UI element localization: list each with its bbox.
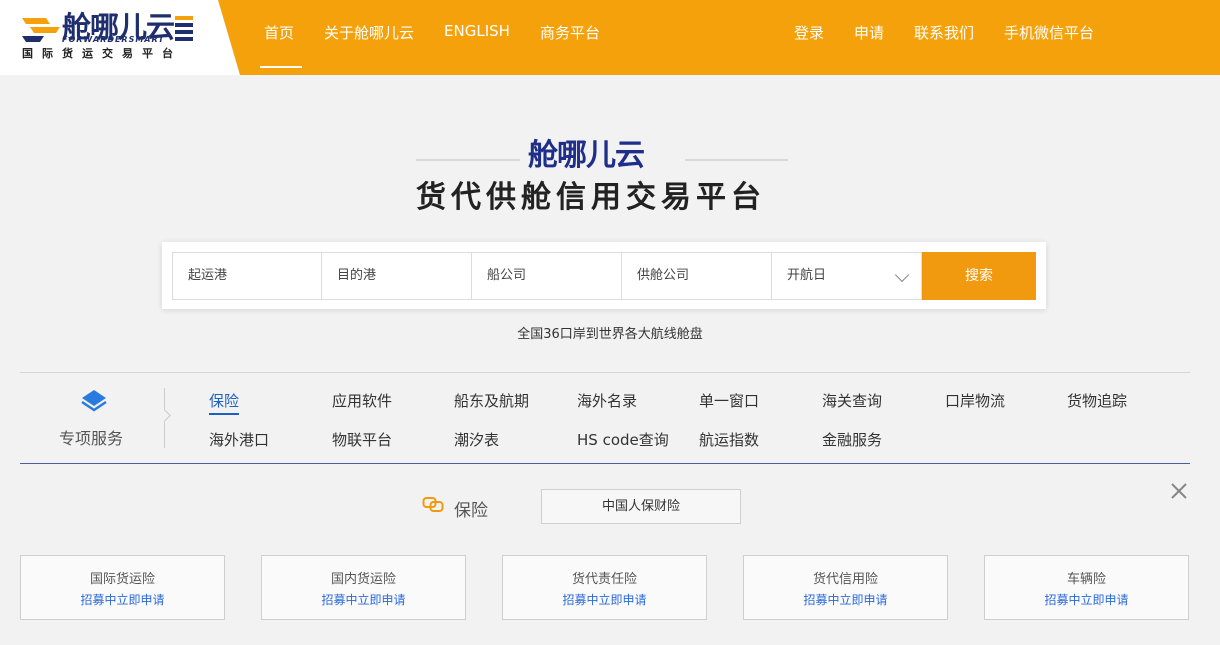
nav-login[interactable]: 登录 — [794, 22, 824, 43]
hero-brand: 舱哪儿云 — [528, 138, 645, 173]
card-apply-link[interactable]: 招募中立即申请 — [262, 591, 465, 608]
card-apply-link[interactable]: 招募中立即申请 — [21, 591, 224, 608]
logo[interactable]: 舱哪儿云 FORWARDERSMART 国际货运交易平台 — [0, 0, 240, 75]
top-header: 舱哪儿云 FORWARDERSMART 国际货运交易平台 首页 关于舱哪儿云 E… — [0, 0, 1220, 75]
card-name: 国际货运险 — [89, 572, 155, 587]
services-label: 专项服务 — [59, 429, 124, 448]
service-shipping-index[interactable]: 航运指数 — [699, 429, 759, 450]
nav-business[interactable]: 商务平台 — [540, 22, 600, 43]
logo-english: FORWARDERSMART — [62, 35, 165, 44]
nav-active-indicator — [260, 66, 302, 68]
insurance-provider-tab[interactable]: 中国人保财险 — [541, 489, 741, 524]
services-divider-bottom — [20, 463, 1190, 464]
nav-home[interactable]: 首页 — [264, 22, 294, 43]
service-customs[interactable]: 海关查询 — [822, 390, 882, 411]
sailing-date-label: 开航日 — [787, 268, 827, 283]
nav-apply[interactable]: 申请 — [854, 22, 884, 43]
carrier-input[interactable]: 船公司 — [471, 252, 622, 300]
card-apply-link[interactable]: 招募中立即申请 — [744, 591, 947, 608]
service-cargo-tracking[interactable]: 货物追踪 — [1067, 390, 1127, 411]
nav-mobile-wechat[interactable]: 手机微信平台 — [1004, 22, 1094, 43]
main-nav: 首页 关于舱哪儿云 ENGLISH 商务平台 — [264, 22, 630, 43]
insurance-card-forwarder-credit[interactable]: 货代信用险 招募中立即申请 — [743, 555, 948, 620]
services-divider-top — [20, 372, 1190, 373]
logo-bars-icon — [175, 16, 193, 41]
insurance-card-international-cargo[interactable]: 国际货运险 招募中立即申请 — [20, 555, 225, 620]
insurance-link-icon — [422, 497, 444, 512]
close-icon[interactable] — [1168, 480, 1190, 502]
nav-english[interactable]: ENGLISH — [444, 22, 510, 43]
sailing-date-select[interactable]: 开航日 — [771, 252, 922, 300]
card-name: 货代信用险 — [812, 572, 878, 587]
insurance-title: 保险 — [454, 501, 488, 521]
service-iot-platform[interactable]: 物联平台 — [332, 429, 392, 450]
hero-title: 货代供舱信用交易平台 — [416, 180, 766, 215]
logo-subtitle: 国际货运交易平台 — [22, 47, 182, 60]
hero-divider-left — [416, 159, 520, 161]
logo-mark-icon — [22, 18, 60, 42]
service-finance[interactable]: 金融服务 — [822, 429, 882, 450]
origin-port-input[interactable]: 起运港 — [172, 252, 322, 300]
chevron-down-icon — [894, 267, 910, 283]
nav-contact[interactable]: 联系我们 — [914, 22, 974, 43]
service-tide-table[interactable]: 潮汐表 — [454, 429, 499, 450]
service-software[interactable]: 应用软件 — [332, 390, 392, 411]
user-nav: 登录 申请 联系我们 手机微信平台 — [794, 22, 1124, 43]
insurance-card-domestic-cargo[interactable]: 国内货运险 招募中立即申请 — [261, 555, 466, 620]
hero-divider-right — [685, 159, 788, 161]
service-overseas-directory[interactable]: 海外名录 — [577, 390, 637, 411]
search-panel: 起运港 目的港 船公司 供舱公司 开航日 搜索 — [162, 242, 1046, 309]
insurance-card-forwarder-liability[interactable]: 货代责任险 招募中立即申请 — [502, 555, 707, 620]
service-port-logistics[interactable]: 口岸物流 — [945, 390, 1005, 411]
insurance-card-vehicle[interactable]: 车辆险 招募中立即申请 — [984, 555, 1189, 620]
service-overseas-ports[interactable]: 海外港口 — [209, 429, 269, 450]
services-arrow — [158, 409, 171, 422]
supplier-input[interactable]: 供舱公司 — [621, 252, 772, 300]
search-button[interactable]: 搜索 — [922, 252, 1036, 300]
destination-port-input[interactable]: 目的港 — [321, 252, 472, 300]
service-shipowner[interactable]: 船东及航期 — [454, 390, 529, 411]
service-single-window[interactable]: 单一窗口 — [699, 390, 759, 411]
card-apply-link[interactable]: 招募中立即申请 — [503, 591, 706, 608]
card-name: 车辆险 — [1066, 572, 1106, 587]
card-apply-link[interactable]: 招募中立即申请 — [985, 591, 1188, 608]
layers-icon — [81, 390, 107, 412]
nav-about[interactable]: 关于舱哪儿云 — [324, 22, 414, 43]
card-name: 国内货运险 — [330, 572, 396, 587]
service-insurance[interactable]: 保险 — [209, 390, 240, 415]
tagline: 全国36口岸到世界各大航线舱盘 — [517, 327, 703, 342]
card-name: 货代责任险 — [571, 572, 637, 587]
service-hs-code[interactable]: HS code查询 — [577, 429, 669, 450]
